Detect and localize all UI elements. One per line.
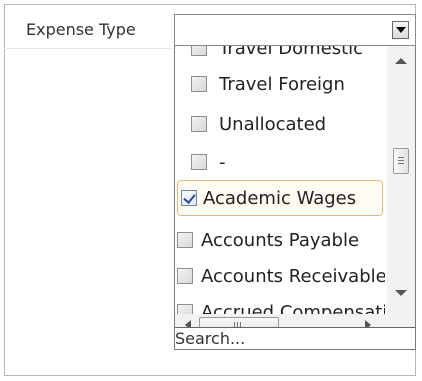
list-item[interactable]: Accrued Compensation (175, 294, 385, 314)
grip-line (398, 157, 404, 158)
checkbox-icon[interactable] (177, 304, 193, 314)
list-item-label: Travel Domestic (219, 46, 364, 59)
vertical-scroll-thumb[interactable] (393, 148, 409, 174)
checkbox-checked-icon[interactable] (181, 190, 197, 206)
scroll-down-icon[interactable] (395, 290, 407, 296)
checkbox-icon[interactable] (191, 76, 207, 92)
list-item-label: Accrued Compensation (201, 301, 385, 315)
list-item-label: Accounts Payable (201, 229, 360, 251)
vertical-scrollbar[interactable] (387, 46, 415, 314)
search-placeholder: Search... (175, 329, 246, 348)
list-item[interactable]: Accounts Receivable (175, 258, 385, 294)
grip-line (398, 160, 404, 161)
list-item[interactable]: Travel Foreign (175, 66, 385, 102)
checkbox-icon[interactable] (191, 116, 207, 132)
grip-line (398, 163, 404, 164)
option-list: Travel Domestic Travel Foreign Unallocat… (175, 46, 387, 314)
list-item-label: Accounts Receivable (201, 265, 385, 287)
list-item[interactable]: Accounts Payable (175, 222, 385, 258)
checkbox-icon[interactable] (191, 46, 207, 56)
label-divider (4, 48, 174, 49)
list-item-label: Travel Foreign (219, 73, 345, 95)
scroll-up-icon[interactable] (395, 58, 407, 64)
search-input[interactable]: Search... (175, 327, 415, 349)
list-item-label: Academic Wages (203, 187, 357, 209)
list-item[interactable]: Travel Domestic (175, 46, 385, 66)
list-item-label: Unallocated (219, 113, 327, 135)
checkbox-icon[interactable] (191, 154, 207, 170)
checkbox-icon[interactable] (177, 232, 193, 248)
expense-type-dropdown: Travel Domestic Travel Foreign Unallocat… (174, 46, 416, 350)
expense-type-label: Expense Type (26, 20, 136, 39)
list-item[interactable]: - (175, 144, 385, 180)
chevron-down-icon[interactable] (392, 21, 409, 39)
checkbox-icon[interactable] (177, 268, 193, 284)
list-item[interactable]: Unallocated (175, 106, 385, 142)
list-item-label: - (219, 151, 226, 173)
expense-type-select[interactable] (174, 14, 416, 46)
list-item-selected[interactable]: Academic Wages (177, 180, 383, 216)
